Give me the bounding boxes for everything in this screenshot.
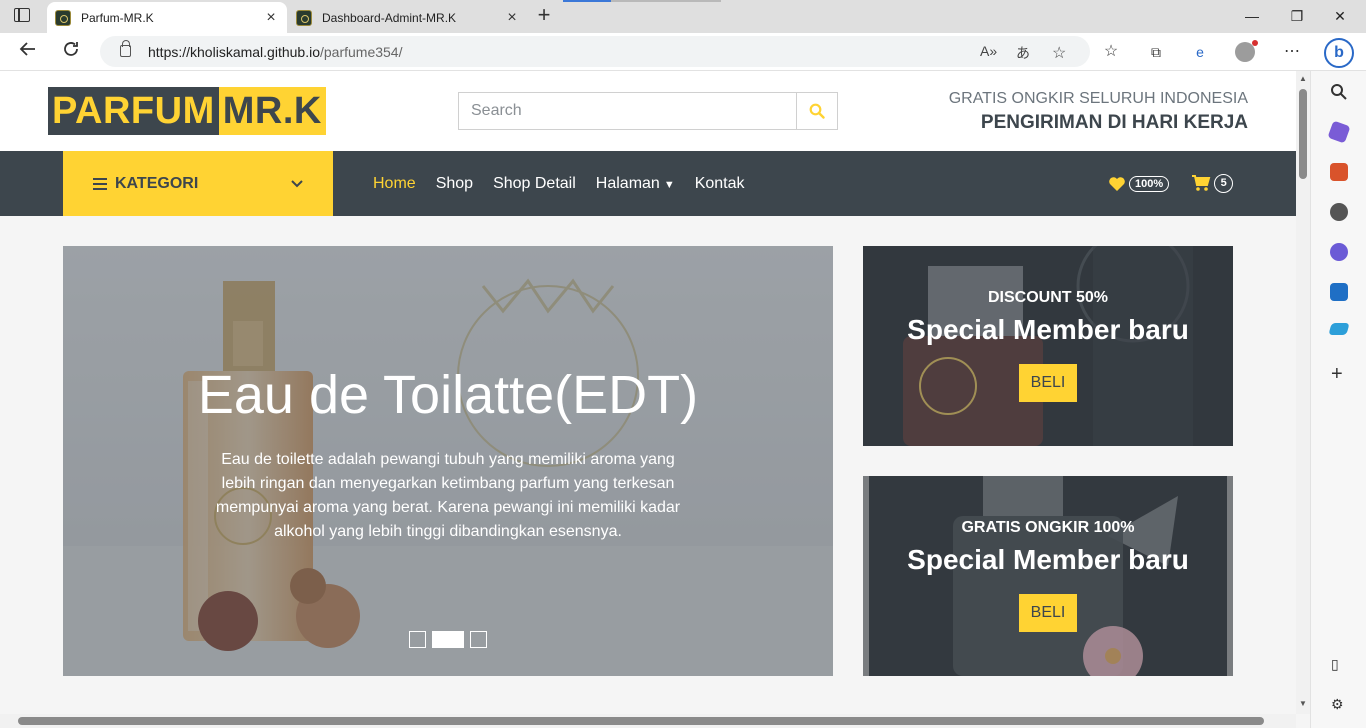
nav-icons: 100% 5 [1108,151,1234,216]
site-favicon-icon [296,9,312,26]
close-tab-icon[interactable]: × [263,9,279,27]
carousel-indicator-2[interactable] [432,631,464,648]
telegram-icon[interactable] [1328,323,1350,335]
carousel-indicator-3[interactable] [470,631,487,648]
hide-sidebar-icon[interactable]: ▯ [1331,656,1339,673]
beli-button[interactable]: BELI [1019,594,1077,632]
scroll-down-icon[interactable]: ▼ [1299,699,1307,708]
vertical-scrollbar[interactable]: ▲ ▼ [1296,71,1310,714]
nav-menu: Home Shop Shop Detail Halaman ▼ Kontak [373,151,765,216]
wishlist-badge: 100% [1129,175,1170,192]
promo-line2: PENGIRIMAN DI HARI KERJA [980,112,1248,133]
translate-icon[interactable]: あ [1016,43,1030,63]
logo-part1: PARFUM [48,87,219,135]
horizontal-scrollbar[interactable] [0,714,1296,728]
nav-home[interactable]: Home [373,175,416,193]
site-logo[interactable]: PARFUM MR.K [48,87,326,135]
web-page: PARFUM MR.K GRATIS ONGKIR SELURUH INDONE… [0,71,1296,714]
carousel-indicator-1[interactable] [409,631,426,648]
address-bar: https://kholiskamal.github.io/parfume354… [0,33,1366,71]
office-icon[interactable] [1330,243,1348,261]
promo-line1: GRATIS ONGKIR SELURUH INDONESIA [948,90,1248,107]
add-sidebar-app-icon[interactable]: + [1331,363,1343,386]
nav-shop[interactable]: Shop [436,175,473,193]
favorites-icon[interactable]: ☆ [1101,42,1121,62]
wishlist-link[interactable]: 100% [1108,175,1170,192]
tab-title: Parfum-MR.K [81,10,154,25]
chevron-down-icon: ▼ [663,178,675,191]
search-sidebar-icon[interactable] [1330,83,1348,101]
offer-title: Special Member baru [907,544,1189,575]
carousel-title: Eau de Toilatte(EDT) [197,365,699,425]
carousel-text: Eau de toilette adalah pewangi tubuh yan… [215,451,681,540]
url-host: https://kholiskamal.github.io [148,43,320,60]
url-path: /parfume354/ [319,43,403,60]
more-options-icon[interactable]: ⋯ [1282,42,1302,62]
add-favorite-icon[interactable]: ☆ [1052,43,1066,63]
search-icon [809,103,825,119]
lock-icon [120,40,131,57]
browser-tab-bar: Parfum-MR.K × Dashboard-Admint-MR.K × + … [0,0,1366,33]
edge-extension-icon[interactable]: e [1190,42,1210,62]
nav-shop-detail[interactable]: Shop Detail [493,175,576,193]
nav-halaman[interactable]: Halaman ▼ [596,175,675,193]
heart-icon [1109,176,1125,191]
hero-carousel[interactable]: Eau de Toilatte(EDT) Eau de toilette ada… [63,246,833,676]
offer-subtitle: GRATIS ONGKIR 100% [961,519,1135,536]
shopping-icon[interactable] [1327,120,1351,144]
tab-strip-accent [563,0,611,2]
shipping-promo: GRATIS ONGKIR SELURUH INDONESIA PENGIRIM… [949,90,1248,134]
new-tab-icon[interactable]: + [534,4,554,28]
cart-link[interactable]: 5 [1191,174,1234,193]
read-aloud-icon[interactable]: A» [980,43,997,59]
profile-avatar[interactable] [1235,40,1258,62]
hscroll-thumb[interactable] [18,717,1264,725]
offer-card-discount[interactable]: DISCOUNT 50% Special Member baru BELI [863,246,1233,446]
main-navbar: KATEGORI Home Shop Shop Detail Halaman ▼ … [0,151,1296,216]
scroll-thumb[interactable] [1299,89,1307,179]
search-input[interactable] [459,93,797,129]
offer-card-free-shipping[interactable]: GRATIS ONGKIR 100% Special Member baru B… [863,476,1233,676]
outlook-icon[interactable] [1330,283,1348,301]
url-field[interactable]: https://kholiskamal.github.io/parfume354… [100,36,1090,67]
carousel-indicators [409,631,493,648]
tools-icon[interactable] [1330,163,1348,181]
refresh-icon[interactable] [59,40,83,64]
copilot-icon[interactable]: b [1324,38,1354,68]
tab-title: Dashboard-Admint-MR.K [322,10,457,25]
offer-overlay [863,246,1233,446]
back-arrow-icon[interactable] [16,40,40,64]
minimize-icon[interactable]: — [1238,4,1266,28]
cart-badge: 5 [1214,174,1234,193]
chevron-down-icon [291,179,303,187]
logo-part2: MR.K [218,87,326,135]
tab-strip-divider [611,0,721,2]
kategori-dropdown[interactable]: KATEGORI [63,151,333,216]
menu-bars-icon [93,177,107,190]
site-favicon-icon [55,9,71,26]
close-tab-icon[interactable]: × [504,9,520,27]
search-button[interactable] [796,93,837,129]
offer-title: Special Member baru [907,314,1189,345]
site-topbar: PARFUM MR.K GRATIS ONGKIR SELURUH INDONE… [0,71,1296,151]
offer-overlay [863,476,1233,676]
offer-subtitle: DISCOUNT 50% [987,289,1109,306]
edge-sidebar: + ▯ ⚙ [1310,71,1366,728]
kategori-label: KATEGORI [115,174,199,192]
beli-button[interactable]: BELI [1019,364,1077,402]
search-box [458,92,838,130]
restore-icon[interactable]: ❐ [1283,4,1311,28]
browser-tab-dashboard[interactable]: Dashboard-Admint-MR.K × [288,2,528,33]
nav-halaman-label: Halaman [595,174,660,192]
close-window-icon[interactable]: ✕ [1326,4,1354,28]
browser-tab-parfum[interactable]: Parfum-MR.K × [47,2,287,33]
tab-actions-icon[interactable] [14,8,30,22]
scroll-up-icon[interactable]: ▲ [1299,74,1307,83]
nav-kontak[interactable]: Kontak [695,175,745,193]
games-icon[interactable] [1330,203,1348,221]
cart-icon [1192,175,1211,191]
collections-icon[interactable]: ⧉ [1146,42,1166,62]
sidebar-settings-icon[interactable]: ⚙ [1331,696,1344,713]
